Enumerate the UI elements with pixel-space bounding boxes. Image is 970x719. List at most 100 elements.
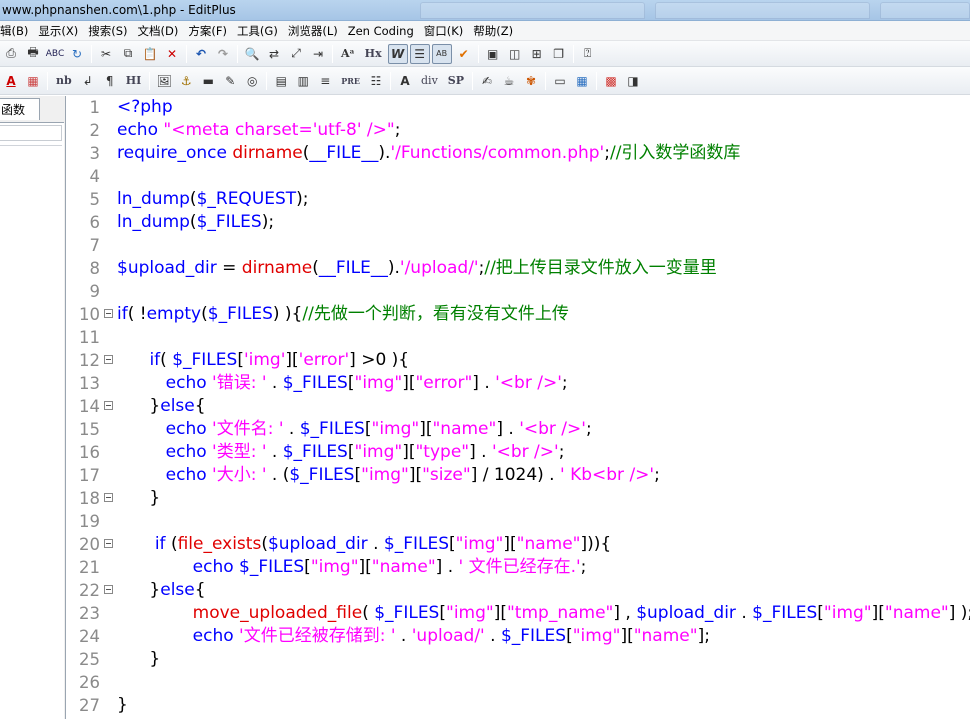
line-break-icon[interactable]: ↲ xyxy=(78,71,98,91)
code-editor[interactable]: 1 <?php 2 echo "<meta charset='utf-8' />"; 3… xyxy=(68,96,970,719)
fold-toggle-icon[interactable] xyxy=(104,355,113,364)
color-picker-icon[interactable]: ▩ xyxy=(601,71,621,91)
code-line[interactable]: 9 xyxy=(68,280,970,303)
code-line[interactable]: 3 require_once dirname(__FILE__).'/Functi… xyxy=(68,142,970,165)
pre-icon[interactable]: PRE xyxy=(337,71,364,91)
anchor-icon[interactable]: ⚓ xyxy=(176,71,196,91)
paste-icon[interactable]: 📋 xyxy=(140,44,160,64)
code-line[interactable]: 20 if (file_exists($upload_dir . $_FILES… xyxy=(68,533,970,556)
image-icon[interactable]: 🖼 xyxy=(154,71,174,91)
form-icon[interactable]: ▥ xyxy=(293,71,313,91)
list-icon[interactable]: ☷ xyxy=(366,71,386,91)
color-grid-icon[interactable]: ▦ xyxy=(23,71,43,91)
code-line[interactable]: 5 ln_dump($_REQUEST); xyxy=(68,188,970,211)
code-line[interactable]: 26 xyxy=(68,671,970,694)
code-line[interactable]: 7 xyxy=(68,234,970,257)
script-icon[interactable]: ✍ xyxy=(477,71,497,91)
code-line[interactable]: 2 echo "<meta charset='utf-8' />"; xyxy=(68,119,970,142)
code-line[interactable]: 8 $upload_dir = dirname(__FILE__).'/uploa… xyxy=(68,257,970,280)
browser-preview-icon[interactable]: ▭ xyxy=(550,71,570,91)
menu-document[interactable]: 文档(D) xyxy=(133,23,184,39)
line-number-icon[interactable]: AB xyxy=(431,43,452,64)
code-line[interactable]: 19 xyxy=(68,510,970,533)
fold-toggle-icon[interactable] xyxy=(104,539,113,548)
menu-view[interactable]: 显示(X) xyxy=(33,23,83,39)
code-line[interactable]: 6 ln_dump($_FILES); xyxy=(68,211,970,234)
code-line[interactable]: 18 } xyxy=(68,487,970,510)
code-line[interactable]: 14 }else{ xyxy=(68,395,970,418)
tab-functions[interactable]: 函数 xyxy=(0,98,40,120)
line-number: 7 xyxy=(89,236,101,255)
spell-check-icon[interactable]: ABC xyxy=(45,44,65,64)
word-wrap-icon[interactable]: W xyxy=(387,43,408,64)
code-line[interactable]: 15 echo '文件名: ' . $_FILES["img"]["name"]… xyxy=(68,418,970,441)
find-icon[interactable]: 🔍 xyxy=(242,44,262,64)
div-icon[interactable]: div xyxy=(417,71,442,91)
window-tile-icon[interactable]: ⊞ xyxy=(527,44,547,64)
fold-toggle-icon[interactable] xyxy=(104,585,113,594)
window-cascade-icon[interactable]: ❐ xyxy=(549,44,569,64)
help-icon[interactable]: ⍰ xyxy=(578,44,598,64)
code-line[interactable]: 16 echo '类型: ' . $_FILES["img"]["type"] … xyxy=(68,441,970,464)
replace-icon[interactable]: ⇄ xyxy=(264,44,284,64)
code-line[interactable]: 12 if( $_FILES['img']['error'] >0 ){ xyxy=(68,349,970,372)
menu-search[interactable]: 搜索(S) xyxy=(83,23,132,39)
window-split-icon[interactable]: ◫ xyxy=(505,44,525,64)
paragraph-icon[interactable]: ¶ xyxy=(100,71,120,91)
style-icon[interactable]: A xyxy=(395,71,415,91)
browser-icon[interactable]: ▦ xyxy=(572,71,592,91)
menu-zen-coding[interactable]: Zen Coding xyxy=(343,24,419,38)
redo-icon[interactable]: ↷ xyxy=(213,44,233,64)
code-line[interactable]: 25 } xyxy=(68,648,970,671)
print-preview-icon[interactable]: ⎙ xyxy=(1,44,21,64)
code-line[interactable]: 17 echo '大小: ' . ($_FILES["img"]["size"]… xyxy=(68,464,970,487)
undo-icon[interactable]: ↶ xyxy=(191,44,211,64)
goto-line-icon[interactable]: ⇥ xyxy=(308,44,328,64)
menu-tools[interactable]: 工具(G) xyxy=(232,23,283,39)
horizontal-rule-icon[interactable]: ▬ xyxy=(198,71,218,91)
panel-icon[interactable]: ◨ xyxy=(623,71,643,91)
check-icon[interactable]: ✔ xyxy=(454,44,474,64)
print-icon[interactable]: 🖶 xyxy=(23,44,43,64)
fold-toggle-icon[interactable] xyxy=(104,401,113,410)
menu-project[interactable]: 方案(F) xyxy=(183,23,232,39)
code-line[interactable]: 13 echo '错误: ' . $_FILES["img"]["error"]… xyxy=(68,372,970,395)
code-line[interactable]: 11 xyxy=(68,326,970,349)
align-icon[interactable]: ≡ xyxy=(315,71,335,91)
code-line[interactable]: 27} xyxy=(68,694,970,717)
menu-browser[interactable]: 浏览器(L) xyxy=(283,23,343,39)
code-token: } xyxy=(117,488,161,508)
code-line[interactable]: 10 if( !empty($_FILES) ){//先做一个判断，看有没有文件上… xyxy=(68,303,970,326)
ruler-icon[interactable]: ☰ xyxy=(409,43,430,64)
find-in-files-icon[interactable]: ⤢ xyxy=(286,44,306,64)
span-icon[interactable]: SP xyxy=(444,71,468,91)
code-line[interactable]: 21 echo $_FILES["img"]["name"] . ' 文件已经存… xyxy=(68,556,970,579)
menu-window[interactable]: 窗口(K) xyxy=(419,23,469,39)
font-color-icon[interactable]: A xyxy=(1,71,21,91)
copy-icon[interactable]: ⧉ xyxy=(118,44,138,64)
nbsp-icon[interactable]: nb xyxy=(52,71,76,91)
code-line[interactable]: 23 move_uploaded_file( $_FILES["img"]["t… xyxy=(68,602,970,625)
code-line[interactable]: 24 echo '文件已经被存储到: ' . 'upload/' . $_FIL… xyxy=(68,625,970,648)
delete-icon[interactable]: ✕ xyxy=(162,44,182,64)
edit-icon[interactable]: ✎ xyxy=(220,71,240,91)
function-list[interactable] xyxy=(0,122,64,719)
heading-icon[interactable]: HI xyxy=(122,71,146,91)
hx-icon[interactable]: Hx xyxy=(361,44,386,64)
comment-icon[interactable]: ◎ xyxy=(242,71,262,91)
window-icon[interactable]: ▣ xyxy=(483,44,503,64)
menu-help[interactable]: 帮助(Z) xyxy=(468,23,518,39)
php-icon[interactable]: ☕ xyxy=(499,71,519,91)
fold-toggle-icon[interactable] xyxy=(104,309,113,318)
function-filter-input[interactable] xyxy=(0,125,62,141)
cut-icon[interactable]: ✂ xyxy=(96,44,116,64)
code-line[interactable]: 1 <?php xyxy=(68,96,970,119)
code-line[interactable]: 22 }else{ xyxy=(68,579,970,602)
fold-toggle-icon[interactable] xyxy=(104,493,113,502)
code-line[interactable]: 4 xyxy=(68,165,970,188)
menu-edit[interactable]: 辑(B) xyxy=(0,23,33,39)
clip-icon[interactable]: ✾ xyxy=(521,71,541,91)
font-icon[interactable]: Aᵃ xyxy=(337,44,359,64)
refresh-icon[interactable]: ↻ xyxy=(67,44,87,64)
table-icon[interactable]: ▤ xyxy=(271,71,291,91)
